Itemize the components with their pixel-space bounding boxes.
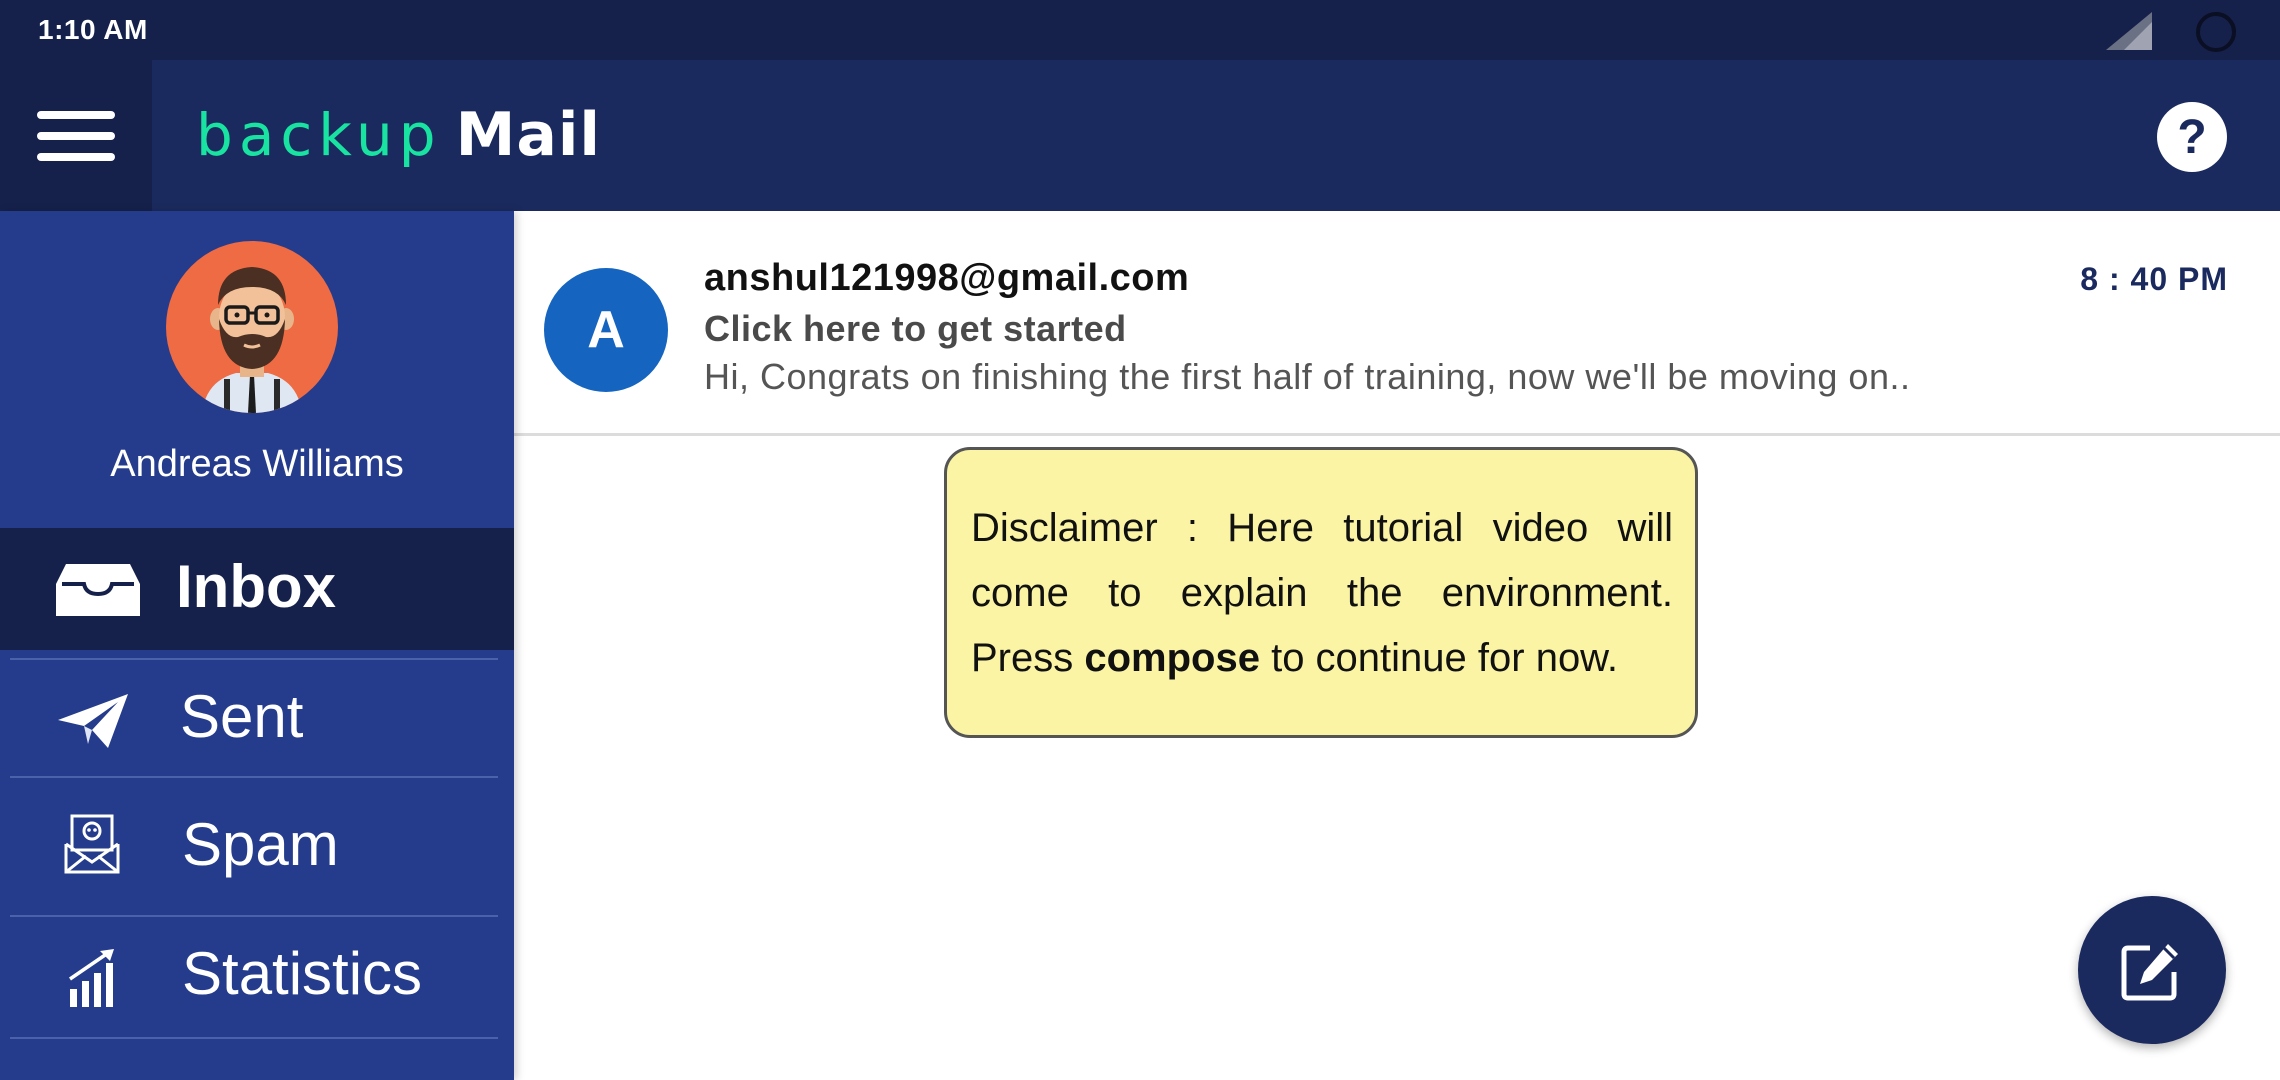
sidebar-item-label: Inbox: [176, 553, 336, 620]
sidebar-item-sent[interactable]: Sent: [0, 660, 514, 780]
sidebar-item-inbox[interactable]: Inbox: [0, 528, 514, 650]
mail-preview: Hi, Congrats on finishing the first half…: [704, 356, 1911, 397]
disclaimer-emphasis: compose: [1084, 636, 1260, 680]
logo-mail-text: Mail: [455, 100, 601, 170]
sidebar-item-label: Spam: [182, 811, 339, 878]
sidebar-item-spam[interactable]: Spam: [0, 778, 514, 915]
app-bar: backup Mail ?: [0, 60, 2280, 211]
mail-time: 8 : 40 PM: [2080, 261, 2228, 297]
mail-sender: anshul121998@gmail.com: [704, 257, 1190, 299]
logo-backup-text: backup: [196, 101, 442, 169]
spam-envelope-icon: [64, 814, 120, 874]
user-name: Andreas Williams: [110, 443, 404, 485]
battery-loading-icon: [2196, 12, 2236, 52]
sidebar-item-label: Statistics: [182, 940, 423, 1007]
avatar[interactable]: [166, 241, 338, 413]
signal-icon: [2106, 12, 2152, 50]
inbox-tray-icon: [56, 562, 140, 618]
mail-subject: Click here to get started: [704, 308, 1127, 349]
compose-edit-icon: [2121, 944, 2178, 1001]
menu-button[interactable]: [0, 60, 152, 211]
sender-avatar: A: [544, 268, 668, 392]
sidebar-item-label: Sent: [180, 683, 304, 750]
sidebar-item-statistics[interactable]: Statistics: [0, 917, 514, 1037]
sidebar: Andreas Williams Inbox Sent Spam Statist…: [0, 211, 514, 1080]
bar-chart-icon: [68, 949, 118, 1007]
status-bar: 1:10 AM: [0, 0, 2280, 60]
paper-plane-icon: [58, 694, 128, 748]
mail-list-item[interactable]: A anshul121998@gmail.com Click here to g…: [514, 211, 2280, 436]
help-icon: ?: [2177, 110, 2207, 164]
sidebar-divider: [10, 1037, 498, 1039]
disclaimer-box: Disclaimer : Here tutorial video will co…: [944, 447, 1698, 738]
disclaimer-text-end: to continue for now.: [1259, 636, 1618, 680]
bearded-man-avatar-icon: [202, 267, 302, 413]
help-button[interactable]: ?: [2157, 102, 2227, 172]
hamburger-menu-icon: [37, 110, 115, 161]
app-logo: backup Mail: [196, 100, 601, 180]
status-time: 1:10 AM: [38, 14, 148, 45]
compose-button[interactable]: [2078, 896, 2226, 1044]
